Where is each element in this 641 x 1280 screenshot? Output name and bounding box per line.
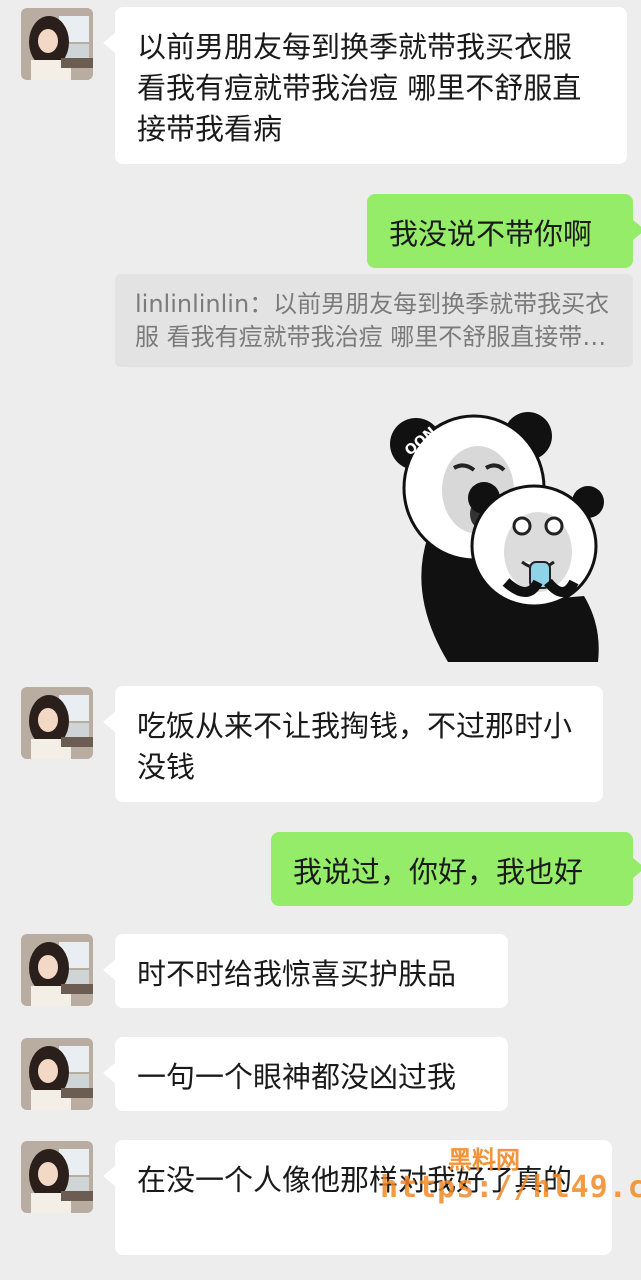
avatar-image	[21, 687, 93, 759]
avatar[interactable]	[21, 1038, 93, 1110]
avatar-image	[21, 934, 93, 1006]
quoted-message[interactable]: linlinlinlin：以前男朋友每到换季就带我买衣服 看我有痘就带我治痘 哪…	[115, 274, 633, 367]
panda-sticker-image: QQN	[388, 406, 606, 662]
panda-sticker[interactable]: QQN	[388, 406, 606, 662]
message-text: 以前男朋友每到换季就带我买衣服 看我有痘就带我治痘 哪里不舒服直接带我看病	[137, 30, 582, 146]
quoted-message-text: linlinlinlin：以前男朋友每到换季就带我买衣服 看我有痘就带我治痘 哪…	[135, 290, 610, 351]
message-text: 时不时给我惊喜买护肤品	[137, 957, 457, 991]
avatar[interactable]	[21, 934, 93, 1006]
avatar[interactable]	[21, 8, 93, 80]
message-bubble-outgoing[interactable]: 我没说不带你啊	[367, 194, 641, 268]
avatar-image	[21, 1141, 93, 1213]
message-bubble-incoming[interactable]: 时不时给我惊喜买护肤品	[103, 934, 508, 1008]
message-bubble-incoming[interactable]: 吃饭从来不让我掏钱，不过那时小没钱	[103, 686, 603, 802]
message-bubble-incoming[interactable]: 一句一个眼神都没凶过我	[103, 1037, 508, 1111]
message-bubble-incoming[interactable]: 以前男朋友每到换季就带我买衣服 看我有痘就带我治痘 哪里不舒服直接带我看病	[103, 7, 627, 164]
avatar-image	[21, 1038, 93, 1110]
message-text: 一句一个眼神都没凶过我	[137, 1060, 457, 1094]
message-bubble-incoming[interactable]: 在没一个人像他那样对我好了真的	[103, 1140, 612, 1255]
avatar-image	[21, 8, 93, 80]
message-text: 我没说不带你啊	[389, 217, 593, 251]
message-text: 在没一个人像他那样对我好了真的	[137, 1163, 573, 1197]
message-bubble-outgoing[interactable]: 我说过，你好，我也好	[271, 832, 641, 906]
message-text: 我说过，你好，我也好	[293, 855, 584, 889]
avatar[interactable]	[21, 1141, 93, 1213]
message-text: 吃饭从来不让我掏钱，不过那时小没钱	[137, 709, 573, 784]
avatar[interactable]	[21, 687, 93, 759]
